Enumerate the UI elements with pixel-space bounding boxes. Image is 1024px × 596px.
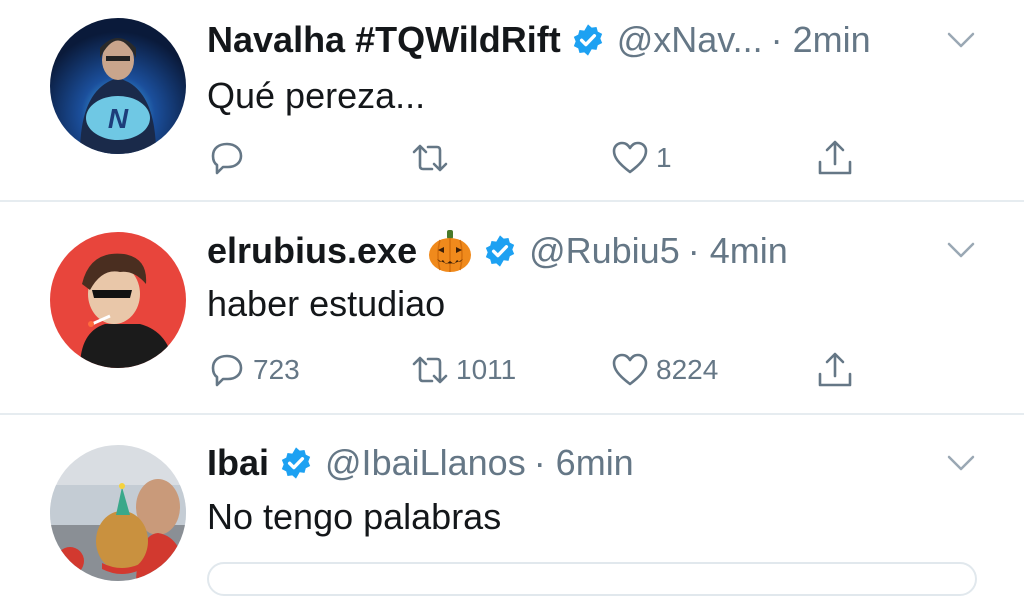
avatar[interactable] — [50, 232, 186, 368]
media-card[interactable] — [207, 562, 977, 596]
reply-icon — [211, 142, 243, 175]
verified-badge-icon — [485, 235, 515, 267]
share-icon — [818, 352, 852, 387]
reply-button[interactable] — [207, 138, 253, 178]
avatar-image: N — [50, 18, 186, 154]
reply-count: 723 — [253, 354, 300, 385]
display-name[interactable]: Ibai — [207, 441, 269, 485]
timestamp[interactable]: · 2min — [771, 18, 871, 62]
avatar[interactable] — [50, 445, 186, 581]
user-handle[interactable]: @IbaiLlanos — [325, 441, 526, 485]
like-button[interactable]: 1 — [610, 138, 672, 178]
tweet-text: Qué pereza... — [207, 75, 426, 116]
chevron-down-icon[interactable] — [946, 240, 976, 260]
tweet[interactable]: N Navalha #TQWildRift @xNav... · 2min Qu… — [0, 0, 1024, 200]
user-handle[interactable]: @xNav... — [617, 18, 763, 62]
avatar-image — [50, 232, 186, 368]
share-icon — [818, 140, 852, 175]
avatar-image — [50, 445, 186, 581]
jack-o-lantern-icon — [429, 230, 472, 272]
retweet-icon — [412, 144, 448, 172]
display-name[interactable]: Navalha #TQWildRift — [207, 18, 561, 62]
svg-text:N: N — [108, 103, 129, 134]
share-button[interactable] — [815, 350, 855, 390]
tweet[interactable]: elrubius.exe @Rubiu5 · 4min haber estudi… — [0, 202, 1024, 414]
tweet-text: No tengo palabras — [207, 496, 502, 537]
reply-button[interactable]: 723 — [207, 350, 300, 390]
retweet-button[interactable] — [410, 138, 456, 178]
timestamp[interactable]: · 4min — [688, 229, 788, 273]
timestamp[interactable]: · 6min — [534, 441, 634, 485]
retweet-icon — [412, 356, 448, 384]
tweet[interactable]: Ibai @IbaiLlanos · 6min No tengo palabra… — [0, 415, 1024, 581]
reply-icon — [211, 354, 243, 387]
like-button[interactable]: 8224 — [610, 350, 718, 390]
tweet-text: haber estudiao — [207, 283, 446, 324]
share-button[interactable] — [815, 138, 855, 178]
display-name[interactable]: elrubius.exe — [207, 229, 417, 273]
like-icon — [612, 141, 648, 174]
like-icon — [612, 353, 648, 386]
like-count: 1 — [656, 142, 672, 173]
chevron-down-icon[interactable] — [946, 30, 976, 50]
user-handle[interactable]: @Rubiu5 — [529, 229, 680, 273]
verified-badge-icon — [573, 24, 602, 56]
like-count: 8224 — [656, 354, 719, 385]
avatar[interactable]: N — [50, 18, 186, 154]
retweet-count: 1011 — [456, 354, 517, 385]
chevron-down-icon[interactable] — [946, 453, 976, 473]
verified-badge-icon — [281, 447, 311, 479]
retweet-button[interactable]: 1011 — [410, 350, 516, 390]
